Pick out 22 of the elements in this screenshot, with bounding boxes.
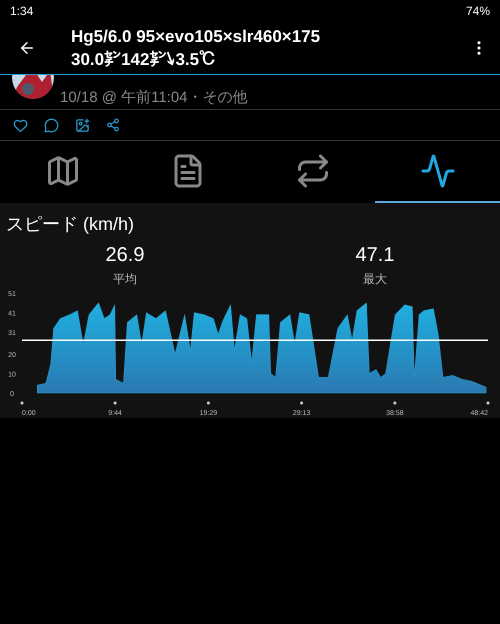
activity-title: Hg5/6.0 95×evo105×slr460×175 [71, 26, 322, 48]
back-icon[interactable] [18, 39, 36, 57]
pulse-icon [420, 153, 456, 189]
share-icon[interactable] [106, 118, 120, 132]
section-title: スピード (km/h) [5, 213, 135, 236]
x-tick-dot [114, 402, 117, 404]
x-tick-dot [486, 402, 490, 404]
x-tick-dot [20, 402, 24, 404]
stat-label: 平均 [113, 271, 137, 288]
status-time: 1:34 [10, 3, 34, 20]
battery-level: 74% [466, 3, 490, 20]
comment-icon[interactable] [44, 118, 59, 132]
stat-value: 26.9 [106, 243, 144, 268]
like-icon[interactable] [13, 118, 28, 132]
post-meta: 10/18 @ 午前11:04・その他 [60, 88, 248, 108]
x-tick-dot [300, 402, 304, 404]
x-tick-dot [393, 402, 396, 404]
x-tick-dot [206, 402, 210, 404]
activity-subtitle: 30.0㌢142㌢↘3.5℃ [71, 49, 218, 71]
add-photo-icon[interactable] [75, 118, 90, 132]
stat-value: 47.1 [356, 243, 394, 268]
stat-label: 最大 [363, 271, 387, 288]
